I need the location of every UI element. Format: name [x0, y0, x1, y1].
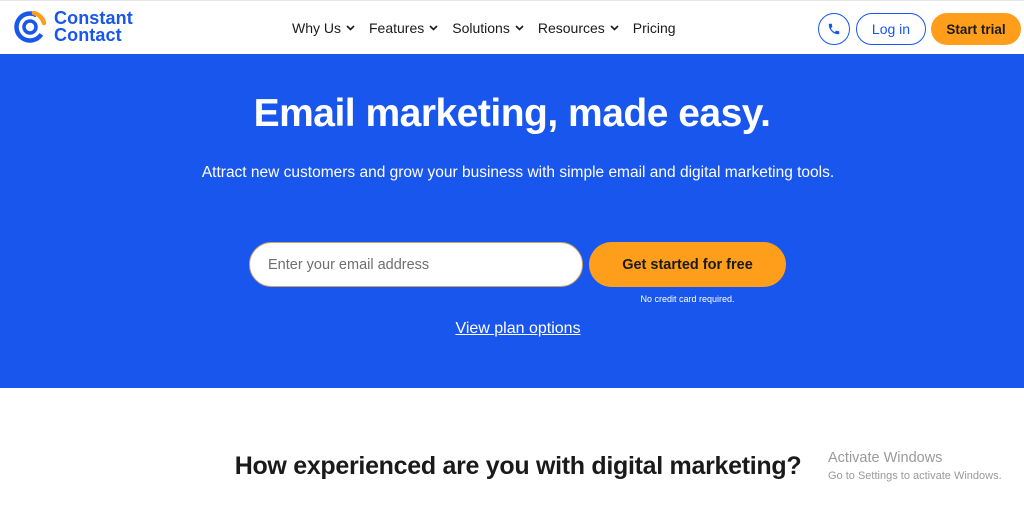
nav-item-features[interactable]: Features [369, 20, 438, 36]
nav-item-label: Resources [537, 20, 605, 36]
chevron-down-icon [346, 25, 355, 31]
constant-contact-logo-icon [14, 10, 47, 43]
nav-item-resources[interactable]: Resources [538, 20, 619, 36]
nav-item-label: Pricing [632, 20, 676, 36]
nav-item-why-us[interactable]: Why Us [292, 20, 355, 36]
login-button[interactable]: Log in [856, 13, 926, 45]
nav-item-label: Features [369, 20, 425, 36]
activate-windows-watermark: Activate Windows Go to Settings to activ… [828, 450, 1002, 482]
hero-subtitle: Attract new customers and grow your busi… [201, 164, 835, 181]
start-trial-button[interactable]: Start trial [931, 13, 1021, 45]
main-nav: Why Us Features Solutions Resources Pric… [292, 1, 676, 55]
chevron-down-icon [610, 25, 619, 31]
chevron-down-icon [515, 25, 524, 31]
phone-icon [828, 23, 840, 35]
top-navigation-bar: Constant Contact Why Us Features Solutio… [0, 0, 1024, 54]
watermark-subtitle: Go to Settings to activate Windows. [828, 470, 1002, 482]
nav-item-pricing[interactable]: Pricing [633, 20, 676, 36]
chevron-down-icon [429, 25, 438, 31]
hero-title: Email marketing, made easy. [253, 92, 771, 135]
view-plan-options-link[interactable]: View plan options [0, 320, 1024, 338]
brand-name-line2: Contact [54, 25, 122, 45]
brand-name: Constant Contact [54, 9, 133, 45]
email-input[interactable] [249, 242, 583, 287]
hero-section: Email marketing, made easy. Attract new … [0, 54, 1024, 388]
nav-item-label: Why Us [292, 20, 341, 36]
no-credit-card-note: No credit card required. [640, 294, 735, 304]
watermark-title: Activate Windows [828, 450, 943, 466]
get-started-button[interactable]: Get started for free [589, 242, 786, 287]
phone-button[interactable] [818, 13, 850, 45]
nav-item-solutions[interactable]: Solutions [452, 20, 524, 36]
nav-item-label: Solutions [452, 20, 510, 36]
brand-logo[interactable]: Constant Contact [12, 9, 133, 45]
